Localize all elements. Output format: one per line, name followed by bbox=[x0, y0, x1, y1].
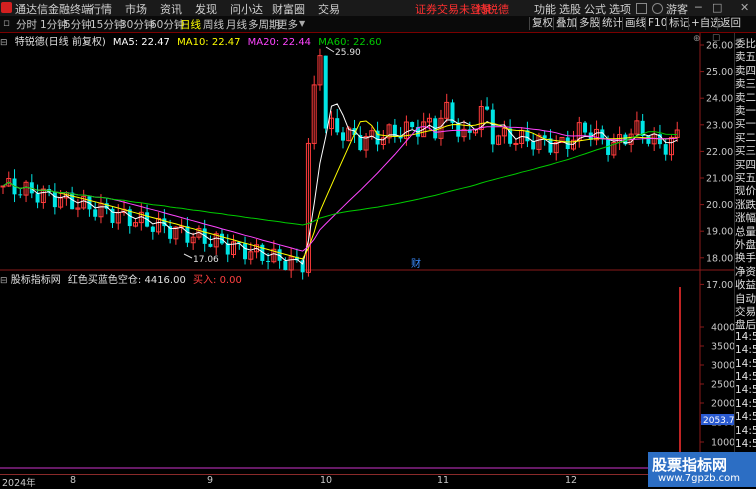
candle-body bbox=[335, 118, 340, 133]
price-axis-label: 25.00 bbox=[706, 67, 733, 78]
side-panel-item[interactable]: 交易 bbox=[735, 304, 756, 317]
candle-body bbox=[266, 260, 271, 262]
indicator-axis-label: 4000 bbox=[711, 323, 734, 334]
side-panel-item[interactable]: 卖四 bbox=[735, 63, 756, 76]
date-axis-label: 10 bbox=[320, 475, 333, 486]
side-panel-item[interactable]: 14:56 bbox=[735, 398, 756, 411]
side-panel-item[interactable]: 卖三 bbox=[735, 76, 756, 89]
side-panel-item[interactable]: 涨幅 bbox=[735, 210, 756, 223]
candle-body bbox=[646, 135, 651, 144]
candle-body bbox=[341, 132, 345, 141]
date-axis-label: 12 bbox=[565, 475, 578, 486]
side-panel-item[interactable]: 总量 bbox=[735, 224, 756, 237]
price-axis-label: 19.00 bbox=[706, 227, 733, 238]
side-panel-item[interactable]: 收益 bbox=[735, 277, 756, 290]
price-low-label: 17.06 bbox=[193, 255, 219, 265]
candle-body bbox=[93, 209, 98, 217]
side-panel-item[interactable]: 卖五 bbox=[735, 49, 756, 62]
date-axis-label: 9 bbox=[207, 475, 214, 486]
side-panel-item[interactable]: 14:50 bbox=[735, 371, 756, 384]
close-icon[interactable]: ✕ bbox=[740, 1, 749, 14]
candle-body bbox=[52, 192, 57, 208]
side-panel-item[interactable]: 涨跌 bbox=[735, 197, 756, 210]
side-panel-item[interactable]: 买四 bbox=[735, 157, 756, 170]
price-axis-label: 23.00 bbox=[706, 120, 733, 131]
price-axis-label: 17.00 bbox=[706, 280, 733, 291]
watermark-url: www.7gpzb.com bbox=[658, 473, 740, 484]
side-panel-item[interactable]: 买一 bbox=[735, 116, 756, 129]
price-axis-label: 24.00 bbox=[706, 94, 733, 105]
candle-body bbox=[0, 185, 6, 188]
price-axis-label: 20.00 bbox=[706, 200, 733, 211]
side-panel-item[interactable]: 14:50 bbox=[735, 358, 756, 371]
indicator-axis-label: 2000 bbox=[711, 399, 734, 410]
candle-body bbox=[583, 122, 588, 133]
side-panel-item[interactable]: 盘后 bbox=[735, 317, 756, 330]
candle-body bbox=[663, 144, 668, 155]
indicator-axis-label: 3500 bbox=[711, 342, 734, 353]
side-panel-item[interactable]: 卖二 bbox=[735, 90, 756, 103]
quote-side-panel: 委比 卖五 卖四 卖三 卖二 卖一 买一 买二 买三 买四 买五 现价 涨跌 涨幅 总量 外盘 换手 净资 收益 自动… bbox=[734, 33, 756, 473]
indicator-collapse-icon[interactable]: ⊟ bbox=[0, 276, 8, 286]
candle-body bbox=[150, 226, 155, 232]
candle-body bbox=[18, 194, 23, 196]
side-panel-item[interactable]: 买三 bbox=[735, 143, 756, 156]
price-high-label: 25.90 bbox=[335, 48, 361, 58]
price-high-pointer bbox=[325, 46, 335, 53]
date-axis-label: 11 bbox=[437, 475, 450, 486]
side-panel-item[interactable]: 14:50 bbox=[735, 331, 756, 344]
candle-body bbox=[513, 142, 519, 145]
indicator-buy: 买入: 0.00 bbox=[193, 275, 242, 286]
side-panel-item[interactable]: 卖一 bbox=[735, 103, 756, 116]
indicator-value: 红色买蓝色空仓: 4416.00 bbox=[67, 275, 186, 286]
candle-body bbox=[243, 243, 248, 260]
ma60-line bbox=[2, 131, 678, 226]
candle-body bbox=[323, 55, 328, 129]
date-axis-bar: 2024年 8 9 10 11 12 bbox=[0, 474, 756, 489]
candle-body bbox=[410, 122, 415, 128]
candle-body bbox=[531, 141, 536, 150]
side-panel-item[interactable]: 自动 bbox=[735, 291, 756, 304]
indicator-axis-label: 1000 bbox=[711, 438, 734, 449]
candle-body bbox=[485, 106, 490, 110]
candle-body bbox=[283, 260, 288, 271]
side-panel-item[interactable]: 换手 bbox=[735, 250, 756, 263]
finance-marker: 财 bbox=[411, 257, 421, 270]
side-panel-item[interactable]: 14:50 bbox=[735, 384, 756, 397]
ma20-line bbox=[2, 125, 678, 252]
indicator-axis-label: 3000 bbox=[711, 361, 734, 372]
side-panel-item[interactable]: 净资 bbox=[735, 264, 756, 277]
price-axis-label: 22.00 bbox=[706, 147, 733, 158]
candle-body bbox=[225, 243, 230, 255]
candle-body bbox=[208, 243, 213, 247]
side-panel-item[interactable]: 现价 bbox=[735, 183, 756, 196]
date-axis-label: 8 bbox=[70, 475, 77, 486]
side-panel-item[interactable]: 14:56 bbox=[735, 425, 756, 438]
watermark-title: 股票指标网 bbox=[652, 456, 728, 474]
side-panel-item[interactable]: 14:56 bbox=[735, 411, 756, 424]
side-panel-item[interactable]: 买五 bbox=[735, 170, 756, 183]
candle-body bbox=[35, 193, 40, 203]
kline-chart[interactable]: 26.00 25.00 24.00 23.00 22.00 21.00 20.00 19.00… bbox=[0, 0, 734, 474]
ma5-line bbox=[2, 103, 678, 265]
candle-body bbox=[185, 226, 190, 243]
ma10-line bbox=[2, 120, 678, 260]
price-axis-label: 26.00 bbox=[706, 41, 733, 52]
indicator-name: 股标指标网 bbox=[10, 275, 61, 286]
side-panel-item[interactable]: 外盘 bbox=[735, 237, 756, 250]
price-low-pointer bbox=[183, 253, 193, 259]
side-panel-item[interactable]: 买二 bbox=[735, 130, 756, 143]
side-panel-item[interactable]: 委比 bbox=[735, 36, 756, 49]
indicator-value-label: 2053.73 bbox=[703, 416, 734, 426]
indicator-axis-label: 2500 bbox=[711, 380, 734, 391]
indicator-info-bar: ⊟ 股标指标网 红色买蓝色空仓: 4416.00 买入: 0.00 bbox=[0, 271, 242, 286]
watermark-banner: 股票指标网 www.7gpzb.com bbox=[648, 452, 756, 487]
side-panel-item[interactable]: 14:50 bbox=[735, 344, 756, 357]
price-axis-label: 21.00 bbox=[706, 174, 733, 185]
side-panel-item[interactable]: 14:56 bbox=[735, 438, 756, 451]
price-axis-label: 18.00 bbox=[706, 253, 733, 264]
